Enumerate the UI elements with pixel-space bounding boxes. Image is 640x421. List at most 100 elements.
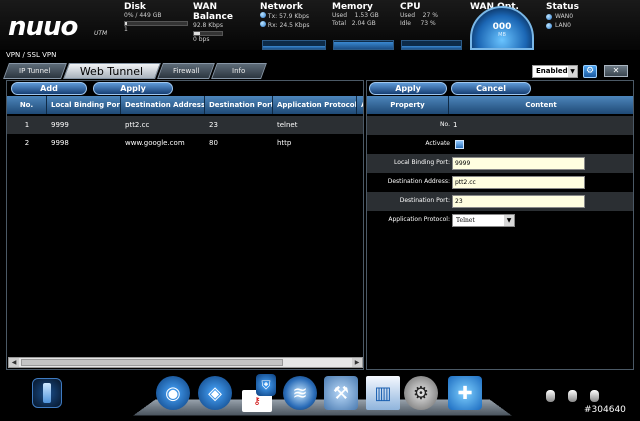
dest-address-input[interactable]: ptt2.cc <box>452 176 585 189</box>
tab-firewall[interactable]: Firewall <box>157 63 215 79</box>
cancel-button[interactable]: Cancel <box>451 82 531 95</box>
memory-used: Used 1.53 GB <box>332 12 379 19</box>
wan-balance-title: WAN Balance <box>193 2 233 22</box>
cell-app-protocol: http <box>277 139 292 147</box>
status-title: Status <box>546 2 579 12</box>
settings-gear-button[interactable]: ⚙ <box>583 65 597 78</box>
disk-stat: Disk 0% / 449 GB 1 <box>124 2 188 34</box>
dest-port-input[interactable]: 23 <box>452 195 585 208</box>
prop-dest-addr-label: Destination Address: <box>387 178 450 185</box>
memory-title: Memory <box>332 2 373 12</box>
col-dest-port[interactable]: Destination Port <box>205 96 273 114</box>
globe-user-icon[interactable]: ◉ <box>156 376 190 410</box>
wan-opt-gauge: 000 MB <box>470 6 534 50</box>
gear-icon[interactable]: ⚙ <box>404 376 438 410</box>
disk-title: Disk <box>124 2 146 12</box>
cpu-graph <box>401 40 462 50</box>
tunnel-list-panel: Add Apply No. Local Binding Port Destina… <box>6 80 364 370</box>
network-graph <box>262 40 326 50</box>
scroll-left-icon[interactable]: ◀ <box>9 358 19 367</box>
close-button[interactable]: ✕ <box>604 65 628 77</box>
prop-activate-label: Activate <box>425 140 450 147</box>
memory-graph <box>333 40 394 50</box>
status-stat: Status WAN0 LAN0 <box>546 2 606 30</box>
cpu-idle: Idle 73 % <box>400 20 436 27</box>
tx-icon <box>260 12 266 18</box>
network-rx: Rx: 24.5 Kbps <box>260 21 328 30</box>
prop-no-label: No. <box>440 121 450 128</box>
tab-ip-tunnel[interactable]: IP Tunnel <box>3 63 67 79</box>
prop-app-proto-row: Application Protocol: Telnet ▼ <box>367 211 633 230</box>
puzzle-icon[interactable]: ✚ <box>448 376 482 410</box>
scroll-thumb[interactable] <box>21 359 283 366</box>
prop-no-value: 1 <box>453 121 458 129</box>
apply-button[interactable]: Apply <box>93 82 173 95</box>
tab-web-tunnel[interactable]: Web Tunnel <box>63 63 161 79</box>
chevron-down-icon: ▼ <box>568 66 577 77</box>
table-row[interactable]: 1 9999 ptt2.cc 23 telnet <box>7 116 363 134</box>
close-icon: ✕ <box>612 66 620 75</box>
memory-stat: Memory Used 1.53 GB Total 2.04 GB <box>332 2 396 28</box>
status-wan0: WAN0 <box>546 12 606 21</box>
report-chart-icon[interactable]: ▥ <box>366 376 400 410</box>
activate-checkbox[interactable] <box>455 140 464 149</box>
col-no[interactable]: No. <box>7 96 47 114</box>
wan-balance-rate2: 0 bps <box>193 36 210 43</box>
wan-balance-bar <box>193 31 223 36</box>
prop-dest-addr-row: Destination Address: ptt2.cc <box>367 173 633 192</box>
tools-icon[interactable]: ⚒ <box>324 376 358 410</box>
cell-dest-address: ptt2.cc <box>125 121 150 129</box>
wan-opt-unit: MB <box>498 32 506 38</box>
wifi-icon[interactable]: ≋ <box>283 376 317 410</box>
network-tx: Tx: 57.9 Kbps <box>260 12 328 21</box>
app-protocol-select[interactable]: Telnet ▼ <box>452 214 515 227</box>
cell-dest-port: 80 <box>209 139 218 147</box>
shield-icon[interactable]: ⛨ <box>256 374 276 396</box>
prop-dest-port-label: Destination Port: <box>399 197 450 204</box>
cell-local-port: 9998 <box>51 139 69 147</box>
col-dest-address[interactable]: Destination Address <box>121 96 205 114</box>
cell-local-port: 9999 <box>51 121 69 129</box>
col-property: Property <box>367 96 449 114</box>
watermark-id: #304640 <box>584 405 626 415</box>
disk-bar <box>124 21 188 26</box>
col-local-port[interactable]: Local Binding Port <box>47 96 121 114</box>
local-port-input[interactable]: 9999 <box>452 157 585 170</box>
breadcrumb: VPN / SSL VPN <box>6 51 57 59</box>
view-toggle-icon-3[interactable] <box>590 390 599 402</box>
cell-dest-address: www.google.com <box>125 139 185 147</box>
wan-balance-stat: WAN Balance 92.8 Kbps 0 bps <box>193 2 255 44</box>
cell-app-protocol: telnet <box>277 121 298 129</box>
cell-no: 2 <box>24 139 30 147</box>
col-extra[interactable]: A <box>357 96 363 114</box>
memory-total: Total 2.04 GB <box>332 20 376 27</box>
col-app-protocol[interactable]: Application Protocol <box>273 96 357 114</box>
add-button[interactable]: Add <box>11 82 87 95</box>
rx-icon <box>260 21 266 27</box>
prop-local-port-row: Local Binding Port: 9999 <box>367 154 633 173</box>
wan-balance-rate: 92.8 Kbps <box>193 22 223 29</box>
gear-icon: ⚙ <box>585 66 595 76</box>
view-toggle-icon-1[interactable] <box>546 390 555 402</box>
tab-info[interactable]: Info <box>211 63 267 79</box>
enabled-select[interactable]: Enabled ▼ <box>532 65 578 78</box>
power-icon[interactable] <box>32 378 62 408</box>
view-toggle-icon-2[interactable] <box>568 390 577 402</box>
cpu-stat: CPU Used 27 % Idle 73 % <box>400 2 464 28</box>
col-content: Content <box>525 101 557 109</box>
network-stat: Network Tx: 57.9 Kbps Rx: 24.5 Kbps <box>260 2 328 30</box>
wan-opt-value: 000 <box>492 22 512 32</box>
chevron-down-icon: ▼ <box>504 215 514 226</box>
shield-user-icon[interactable]: ◈ <box>198 376 232 410</box>
table-row[interactable]: 2 9998 www.google.com 80 http <box>7 134 363 152</box>
horizontal-scrollbar[interactable]: ◀ ▶ <box>8 357 363 368</box>
prop-activate-row: Activate <box>367 135 633 154</box>
disk-count: 1 <box>124 26 128 33</box>
scroll-right-icon[interactable]: ▶ <box>352 358 362 367</box>
cpu-title: CPU <box>400 2 421 12</box>
lan0-icon <box>546 22 552 29</box>
wan0-icon <box>546 13 552 20</box>
prop-dest-port-row: Destination Port: 23 <box>367 192 633 211</box>
apply-button[interactable]: Apply <box>369 82 447 95</box>
property-panel: Apply Cancel Property Content No. 1 Acti… <box>366 80 634 370</box>
